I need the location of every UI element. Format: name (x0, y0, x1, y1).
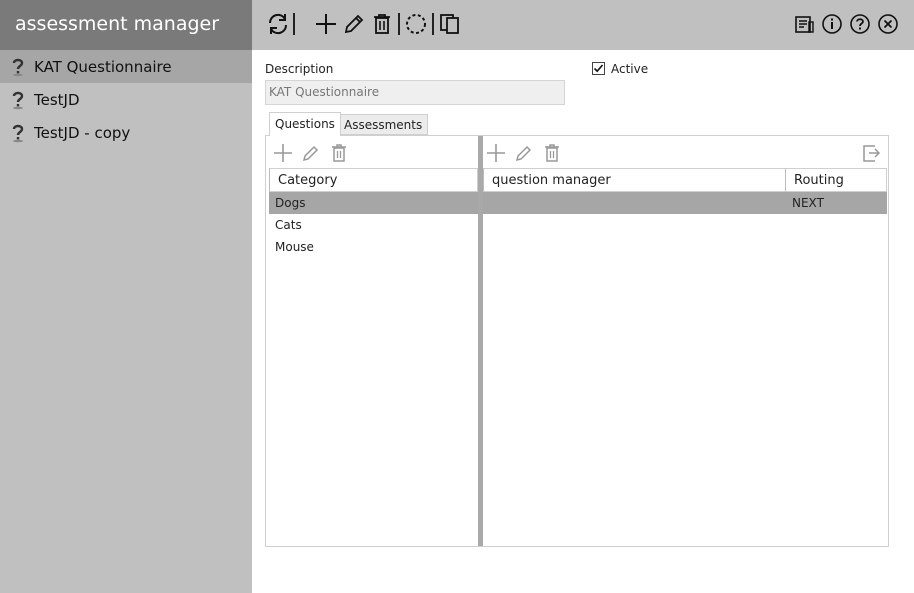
sidebar-item-label: TestJD (34, 90, 80, 109)
tab-questions[interactable]: Questions (269, 112, 341, 136)
delete-category-icon[interactable] (328, 142, 350, 164)
toolbar-separator (432, 13, 434, 35)
add-category-icon[interactable] (272, 142, 294, 164)
active-checkbox[interactable] (592, 62, 605, 75)
delete-icon[interactable] (368, 10, 396, 38)
description-field[interactable]: KAT Questionnaire (265, 80, 565, 105)
main-panel: Description KAT Questionnaire Active Que… (252, 50, 914, 593)
category-row[interactable]: Dogs (269, 192, 478, 214)
edit-question-icon[interactable] (513, 142, 535, 164)
add-question-icon[interactable] (485, 142, 507, 164)
sidebar-item-label: KAT Questionnaire (34, 57, 172, 76)
export-icon[interactable] (860, 142, 882, 164)
delete-question-icon[interactable] (541, 142, 563, 164)
close-icon[interactable] (874, 10, 902, 38)
toolbar-separator (293, 13, 295, 35)
refresh-icon[interactable] (264, 10, 292, 38)
sidebar-item-label: TestJD - copy (34, 123, 131, 142)
edit-category-icon[interactable] (300, 142, 322, 164)
report-icon[interactable] (790, 10, 818, 38)
question-manager-column-header[interactable]: question manager (483, 168, 786, 192)
category-row[interactable]: Mouse (269, 236, 478, 258)
check-icon (593, 64, 604, 73)
toolbar-separator (398, 13, 400, 35)
sidebar: assessment manager KAT Questionnaire Tes… (0, 0, 252, 593)
routing-cell[interactable]: NEXT (786, 192, 887, 214)
edit-icon[interactable] (340, 10, 368, 38)
add-icon[interactable] (312, 10, 340, 38)
question-mark-icon (9, 89, 27, 111)
question-cell[interactable] (483, 192, 786, 214)
active-label: Active (611, 62, 649, 76)
sidebar-item-testjd-copy[interactable]: TestJD - copy (0, 116, 252, 149)
routing-column-header[interactable]: Routing (785, 168, 887, 192)
circle-dashed-icon[interactable] (402, 10, 430, 38)
category-column-header[interactable]: Category (269, 168, 478, 192)
help-icon[interactable] (846, 10, 874, 38)
category-row[interactable]: Cats (269, 214, 478, 236)
toolbar (252, 0, 914, 50)
sidebar-item-kat-questionnaire[interactable]: KAT Questionnaire (0, 50, 252, 83)
question-mark-icon (9, 56, 27, 78)
info-icon[interactable] (818, 10, 846, 38)
questions-panel: Category Dogs Cats Mouse question manage… (265, 135, 889, 547)
app-title: assessment manager (0, 0, 252, 50)
sidebar-item-testjd[interactable]: TestJD (0, 83, 252, 116)
copy-icon[interactable] (436, 10, 464, 38)
description-label: Description (265, 62, 334, 76)
question-mark-icon (9, 122, 27, 144)
tab-assessments[interactable]: Assessments (338, 114, 429, 135)
